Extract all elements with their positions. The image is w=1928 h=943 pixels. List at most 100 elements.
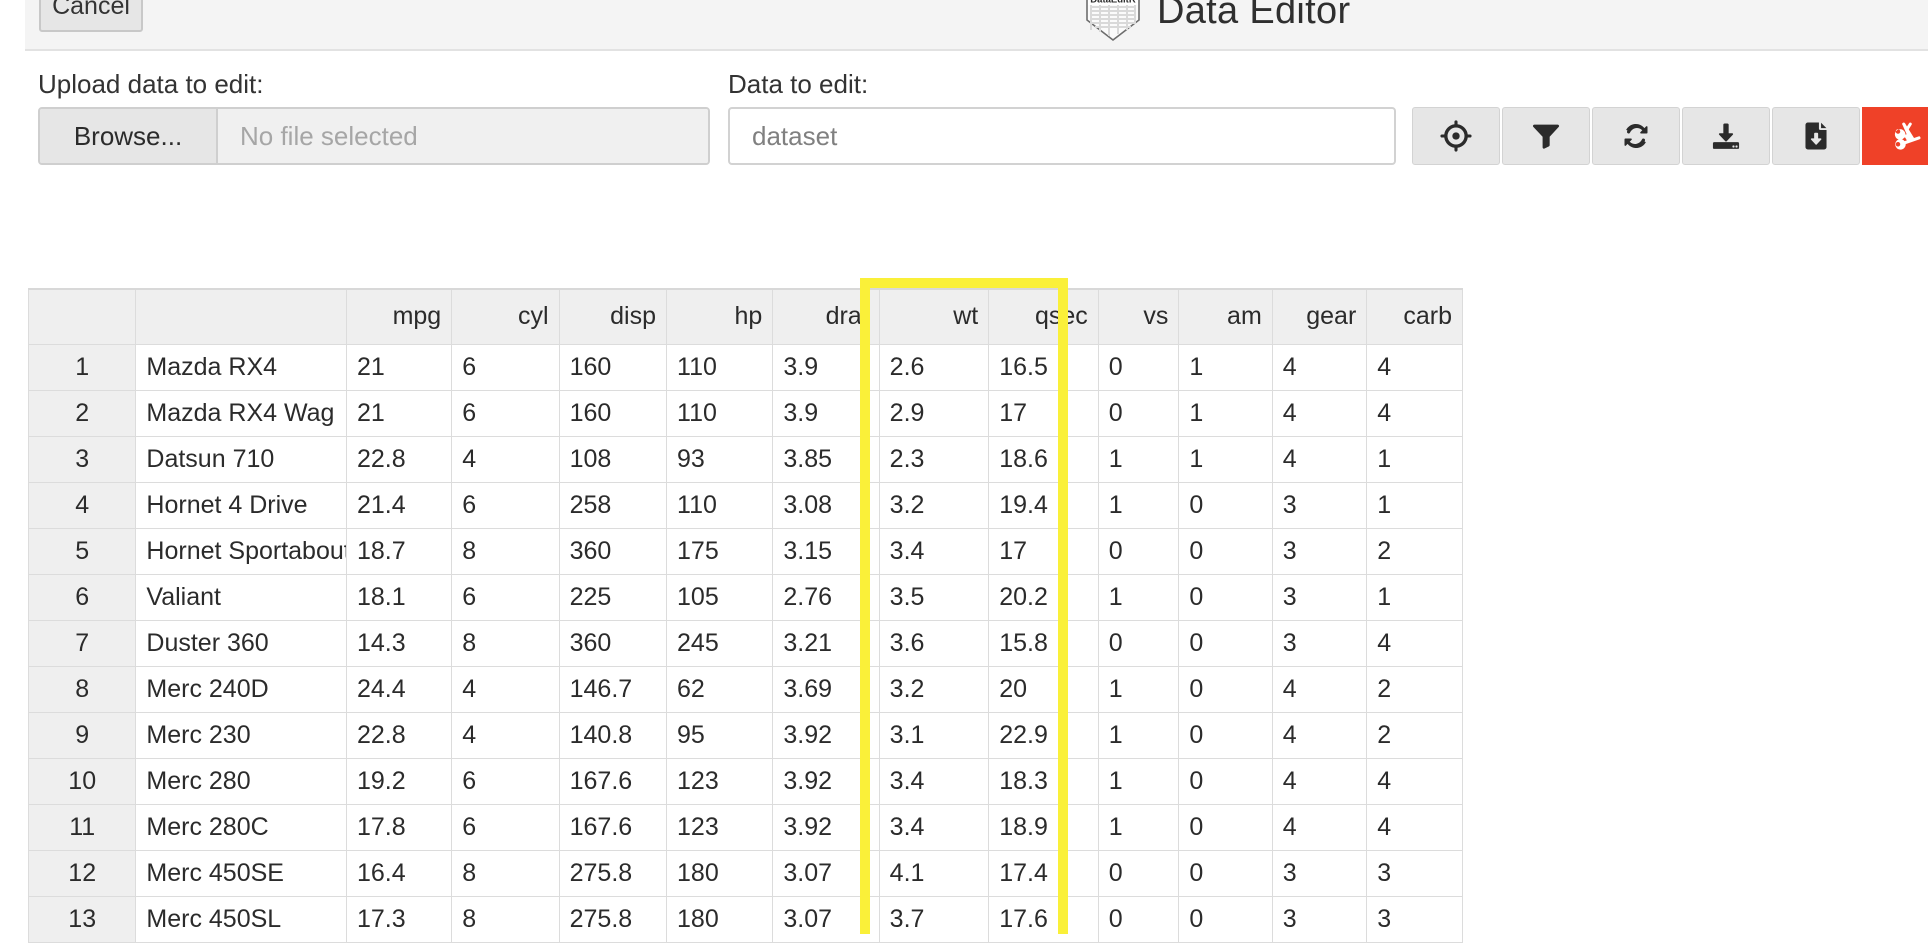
table-cell[interactable]: 19.4 [988,481,1099,529]
table-cell[interactable]: 3 [1271,573,1368,621]
table-cell[interactable]: 3.4 [878,757,990,805]
table-row[interactable]: 3 Datsun 710 22.8 4 108 93 3.85 2.3 18.6 1 1 4 1 [27,435,1463,483]
table-cell[interactable]: 1 [1097,665,1180,713]
table-cell[interactable]: 6 [451,389,560,437]
table-row[interactable]: 2 Mazda RX4 Wag 21 6 160 110 3.9 2.9 17 0 1 4 4 [27,389,1463,437]
table-cell[interactable]: 18.7 [345,527,453,575]
table-cell[interactable]: 275.8 [558,849,668,897]
table-cell[interactable]: Merc 450SE [135,849,347,897]
table-cell[interactable]: 4 [1366,803,1463,851]
table-cell[interactable]: 3.69 [772,665,880,713]
table-cell[interactable]: Mazda RX4 [135,343,347,391]
table-cell[interactable]: 0 [1178,711,1273,759]
table-cell[interactable]: 17.6 [988,895,1099,943]
table-cell[interactable]: 93 [666,435,774,483]
table-cell[interactable]: 167.6 [558,757,668,805]
table-cell[interactable]: 1 [1097,435,1180,483]
table-cell[interactable]: 4 [451,435,560,483]
table-cell[interactable]: 6 [451,481,560,529]
table-cell[interactable]: 4 [1271,757,1368,805]
table-cell[interactable]: 20 [988,665,1099,713]
table-cell[interactable]: 0 [1178,527,1273,575]
table-cell[interactable]: 3.5 [878,573,990,621]
table-row[interactable]: 10 Merc 280 19.2 6 167.6 123 3.92 3.4 18.3 1 0 4 4 [27,757,1463,805]
table-cell[interactable]: Mazda RX4 Wag [135,389,347,437]
table-cell[interactable]: Merc 280 [135,757,347,805]
table-cell[interactable]: 0 [1178,619,1273,667]
table-cell[interactable]: 4 [1366,389,1463,437]
table-cell[interactable]: 3.9 [772,343,880,391]
table-cell[interactable]: 21 [345,389,453,437]
table-cell[interactable]: 110 [666,389,774,437]
table-cell[interactable]: 1 [1178,389,1273,437]
column-header-drat[interactable]: drat [772,288,880,345]
table-cell[interactable]: 225 [558,573,668,621]
table-cell[interactable]: 4 [1366,619,1463,667]
table-cell[interactable]: Hornet Sportabout [135,527,347,575]
table-cell[interactable]: Merc 230 [135,711,347,759]
table-cell[interactable]: 4 [451,711,560,759]
table-row[interactable]: 9 Merc 230 22.8 4 140.8 95 3.92 3.1 22.9 1 0 4 2 [27,711,1463,759]
save-data-button[interactable] [1772,107,1860,165]
table-cell[interactable]: 3.7 [878,895,990,943]
table-cell[interactable]: 1 [1366,481,1463,529]
table-cell[interactable]: 108 [558,435,668,483]
table-cell[interactable]: 3 [1271,527,1368,575]
column-header-gear[interactable]: gear [1271,288,1368,345]
table-cell[interactable]: 0 [1178,665,1273,713]
table-row[interactable]: 12 Merc 450SE 16.4 8 275.8 180 3.07 4.1 17.4 0 0 3 3 [27,849,1463,897]
table-cell[interactable]: 3.15 [772,527,880,575]
table-cell[interactable]: Valiant [135,573,347,621]
dataset-input[interactable] [728,107,1396,165]
table-cell[interactable]: 4 [1271,711,1368,759]
table-cell[interactable]: 4 [1271,343,1368,391]
table-cell[interactable]: 3.07 [772,895,880,943]
table-cell[interactable]: 105 [666,573,774,621]
table-cell[interactable]: 3.2 [878,665,990,713]
table-cell[interactable]: 0 [1178,757,1273,805]
table-cell[interactable]: 0 [1097,389,1180,437]
table-cell[interactable]: 4 [1366,343,1463,391]
table-cell[interactable]: 2 [1366,527,1463,575]
column-header-disp[interactable]: disp [558,288,668,345]
table-cell[interactable]: 19.2 [345,757,453,805]
table-cell[interactable]: 18.1 [345,573,453,621]
column-header-name[interactable] [135,288,347,345]
table-cell[interactable]: 275.8 [558,895,668,943]
column-header-vs[interactable]: vs [1097,288,1180,345]
column-header-am[interactable]: am [1178,288,1273,345]
table-cell[interactable]: 18.9 [988,803,1099,851]
column-header-rownum[interactable] [27,288,137,345]
table-cell[interactable]: 6 [451,757,560,805]
table-cell[interactable]: 1 [1097,573,1180,621]
table-cell[interactable]: 1 [1097,757,1180,805]
table-cell[interactable]: 1 [1178,343,1273,391]
read-data-button[interactable] [1682,107,1770,165]
table-cell[interactable]: 2.6 [878,343,990,391]
table-cell[interactable]: 3.4 [878,803,990,851]
table-cell[interactable]: 3.08 [772,481,880,529]
table-cell[interactable]: 3.1 [878,711,990,759]
table-cell[interactable]: 110 [666,343,774,391]
table-cell[interactable]: 160 [558,389,668,437]
table-cell[interactable]: 95 [666,711,774,759]
table-row[interactable]: 5 Hornet Sportabout 18.7 8 360 175 3.15 3.4 17 0 0… [27,527,1463,575]
table-cell[interactable]: 140.8 [558,711,668,759]
table-row[interactable]: 13 Merc 450SL 17.3 8 275.8 180 3.07 3.7 17.6 0 0 3 3 [27,895,1463,943]
table-cell[interactable]: 3.6 [878,619,990,667]
table-cell[interactable]: 14.3 [345,619,453,667]
table-cell[interactable]: 0 [1178,481,1273,529]
table-cell[interactable]: 6 [451,343,560,391]
table-cell[interactable]: 3 [1271,849,1368,897]
table-cell[interactable]: 245 [666,619,774,667]
table-cell[interactable]: 167.6 [558,803,668,851]
table-cell[interactable]: 2.3 [878,435,990,483]
table-cell[interactable]: 8 [451,849,560,897]
table-cell[interactable]: 0 [1178,849,1273,897]
table-cell[interactable]: 6 [451,803,560,851]
table-cell[interactable]: 4 [1271,389,1368,437]
table-cell[interactable]: 3.21 [772,619,880,667]
table-cell[interactable]: 3.92 [772,803,880,851]
select-data-button[interactable] [1412,107,1500,165]
table-cell[interactable]: 360 [558,619,668,667]
